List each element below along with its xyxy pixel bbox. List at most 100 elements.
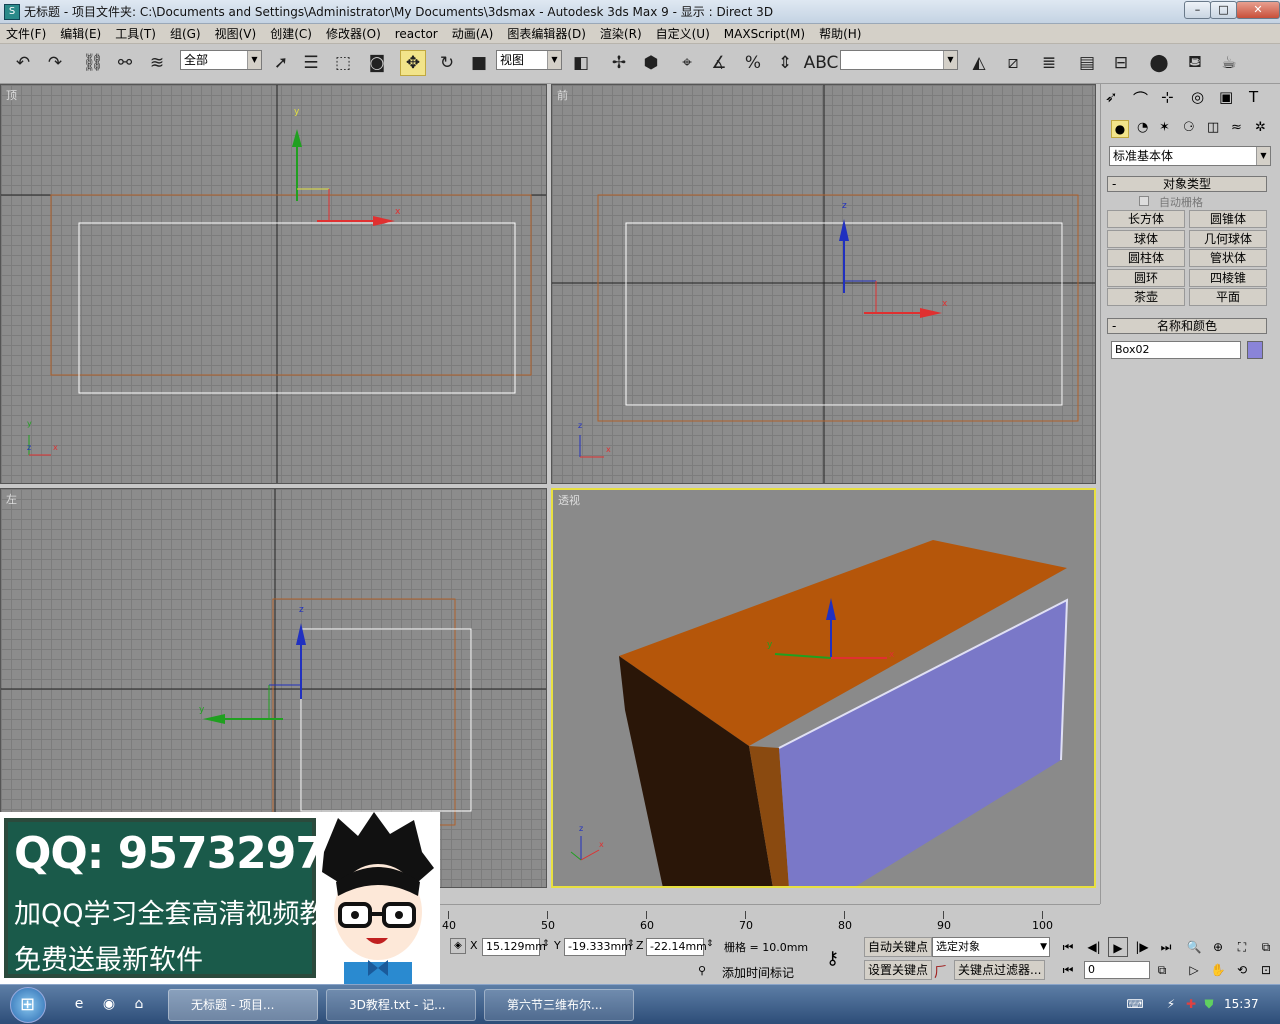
- menu-customize[interactable]: 自定义(U): [656, 25, 710, 42]
- menu-file[interactable]: 文件(F): [6, 25, 46, 42]
- select-and-link-icon[interactable]: ⛓: [80, 50, 106, 76]
- motion-tab-icon[interactable]: ◎: [1191, 88, 1204, 106]
- window-crossing-icon[interactable]: ◙: [364, 50, 390, 76]
- selection-filter-dropdown[interactable]: 全部 ▼: [180, 50, 262, 70]
- field-of-view-icon[interactable]: ▷: [1184, 960, 1204, 980]
- zoom-extents-all-icon[interactable]: ⧉: [1256, 937, 1276, 957]
- redo-icon[interactable]: ↷: [42, 50, 68, 76]
- previous-frame-icon[interactable]: ◀|: [1084, 937, 1104, 957]
- viewport-top[interactable]: 顶 y x y z x: [0, 84, 547, 484]
- task-folder[interactable]: 第六节三维布尔...: [484, 989, 634, 1021]
- shapes-icon[interactable]: ◔: [1137, 120, 1148, 135]
- curve-editor-icon[interactable]: ▤: [1074, 50, 1100, 76]
- render-scene-icon[interactable]: ⛾: [1182, 50, 1208, 76]
- undo-icon[interactable]: ↶: [10, 50, 36, 76]
- cone-button[interactable]: 圆锥体: [1189, 210, 1267, 228]
- minimize-button[interactable]: –: [1184, 1, 1211, 19]
- key-mode-dropdown[interactable]: 选定对象 ▼: [932, 937, 1050, 957]
- select-and-rotate-icon[interactable]: ↻: [434, 50, 460, 76]
- autogrid-checkbox[interactable]: [1139, 196, 1149, 206]
- 3dsmax-app-icon[interactable]: S: [4, 3, 20, 20]
- spinner-icon[interactable]: ⇕: [542, 939, 550, 949]
- teapot-button[interactable]: 茶壶: [1107, 288, 1185, 306]
- start-button[interactable]: ⊞: [10, 987, 46, 1023]
- layer-manager-icon[interactable]: ≣: [1036, 50, 1062, 76]
- spinner-snap-icon[interactable]: ⇕: [772, 50, 798, 76]
- menu-create[interactable]: 创建(C): [270, 25, 312, 42]
- hierarchy-tab-icon[interactable]: ⊹: [1161, 88, 1174, 106]
- arc-rotate-icon[interactable]: ⟲: [1232, 960, 1252, 980]
- auto-key-button[interactable]: 自动关键点: [864, 937, 933, 957]
- named-selection-sets-dropdown[interactable]: ▼: [840, 50, 958, 70]
- current-frame-field[interactable]: 0: [1084, 961, 1150, 979]
- menu-maxscript[interactable]: MAXScript(M): [724, 27, 805, 41]
- x-coordinate-field[interactable]: 15.129mm: [482, 938, 546, 956]
- task-3dsmax[interactable]: 无标题 - 项目...: [168, 989, 318, 1021]
- zoom-icon[interactable]: 🔍: [1184, 937, 1204, 957]
- rollout-collapse-toggle[interactable]: -: [1112, 177, 1116, 191]
- menu-views[interactable]: 视图(V): [215, 25, 257, 42]
- maximize-viewport-icon[interactable]: ⊡: [1256, 960, 1276, 980]
- add-time-tag-button[interactable]: 添加时间标记: [722, 964, 794, 981]
- menu-edit[interactable]: 编辑(E): [60, 25, 101, 42]
- mirror-icon[interactable]: ◭: [966, 50, 992, 76]
- menu-animation[interactable]: 动画(A): [452, 25, 494, 42]
- qq-browser-icon[interactable]: ◉: [98, 993, 120, 1015]
- ie-browser-icon[interactable]: e: [68, 993, 90, 1015]
- select-and-move-icon[interactable]: ✥: [400, 50, 426, 76]
- keyboard-layout-icon[interactable]: ⌨: [1124, 993, 1146, 1015]
- cylinder-button[interactable]: 圆柱体: [1107, 249, 1185, 267]
- helpers-icon[interactable]: ◫: [1207, 120, 1219, 135]
- play-icon[interactable]: ▶: [1108, 937, 1128, 957]
- go-to-start-icon[interactable]: ⏮: [1058, 937, 1078, 957]
- set-key-icon[interactable]: ⺁: [934, 962, 948, 982]
- time-ruler[interactable]: 40 50 60 70 80 90 100: [440, 904, 1100, 934]
- menu-reactor[interactable]: reactor: [395, 27, 438, 41]
- absolute-mode-icon[interactable]: ◈: [450, 938, 466, 954]
- menu-tools[interactable]: 工具(T): [115, 25, 156, 42]
- reference-coordinate-dropdown[interactable]: 视图 ▼: [496, 50, 562, 70]
- quick-render-icon[interactable]: ☕: [1216, 50, 1242, 76]
- zoom-all-icon[interactable]: ⊕: [1208, 937, 1228, 957]
- rollout-collapse-toggle[interactable]: -: [1112, 319, 1116, 333]
- go-to-end-icon[interactable]: ⏭: [1156, 937, 1176, 957]
- cameras-icon[interactable]: ⚆: [1183, 120, 1195, 135]
- geosphere-button[interactable]: 几何球体: [1189, 230, 1267, 248]
- plane-button[interactable]: 平面: [1189, 288, 1267, 306]
- select-manipulate-icon[interactable]: ✢: [606, 50, 632, 76]
- geometry-icon[interactable]: ●: [1111, 120, 1129, 138]
- sphere-button[interactable]: 球体: [1107, 230, 1185, 248]
- utilities-tab-icon[interactable]: T: [1249, 88, 1258, 106]
- select-and-scale-icon[interactable]: ■: [466, 50, 492, 76]
- viewport-perspective[interactable]: 透视 y x z x: [551, 488, 1096, 888]
- bind-to-space-warp-icon[interactable]: ≋: [144, 50, 170, 76]
- unlink-selection-icon[interactable]: ⚯: [112, 50, 138, 76]
- name-color-rollout-header[interactable]: - 名称和颜色: [1107, 318, 1267, 334]
- torus-button[interactable]: 圆环: [1107, 269, 1185, 287]
- percent-snap-icon[interactable]: %: [740, 50, 766, 76]
- zoom-extents-icon[interactable]: ⛶: [1232, 937, 1252, 957]
- lights-icon[interactable]: ✶: [1159, 120, 1170, 135]
- object-type-rollout-header[interactable]: - 对象类型: [1107, 176, 1267, 192]
- spinner-icon[interactable]: ⇕: [706, 939, 714, 949]
- menu-rendering[interactable]: 渲染(R): [600, 25, 642, 42]
- space-warps-icon[interactable]: ≈: [1231, 120, 1242, 135]
- y-coordinate-field[interactable]: -19.333mm: [564, 938, 632, 956]
- security-tray-icon[interactable]: ⛊: [1198, 993, 1220, 1015]
- spinner-icon[interactable]: ⇕: [627, 939, 635, 949]
- snaps-toggle-icon[interactable]: ⌖: [674, 50, 700, 76]
- select-object-icon[interactable]: ➚: [268, 50, 294, 76]
- select-by-name-icon[interactable]: ☰: [298, 50, 324, 76]
- material-editor-icon[interactable]: ⬤: [1146, 50, 1172, 76]
- modify-tab-icon[interactable]: ⌒: [1133, 88, 1148, 109]
- pan-icon[interactable]: ✋: [1208, 960, 1228, 980]
- keyboard-shortcut-override-icon[interactable]: ⬢: [638, 50, 664, 76]
- display-tab-icon[interactable]: ▣: [1219, 88, 1233, 106]
- close-button[interactable]: ✕: [1236, 1, 1280, 19]
- task-notepad[interactable]: 3D教程.txt - 记...: [326, 989, 476, 1021]
- maximize-button[interactable]: □: [1210, 1, 1237, 19]
- menu-help[interactable]: 帮助(H): [819, 25, 861, 42]
- key-filters-button[interactable]: 关键点过滤器...: [954, 960, 1046, 980]
- time-configuration-icon[interactable]: ⧉: [1152, 960, 1172, 980]
- align-icon[interactable]: ⧄: [1000, 50, 1026, 76]
